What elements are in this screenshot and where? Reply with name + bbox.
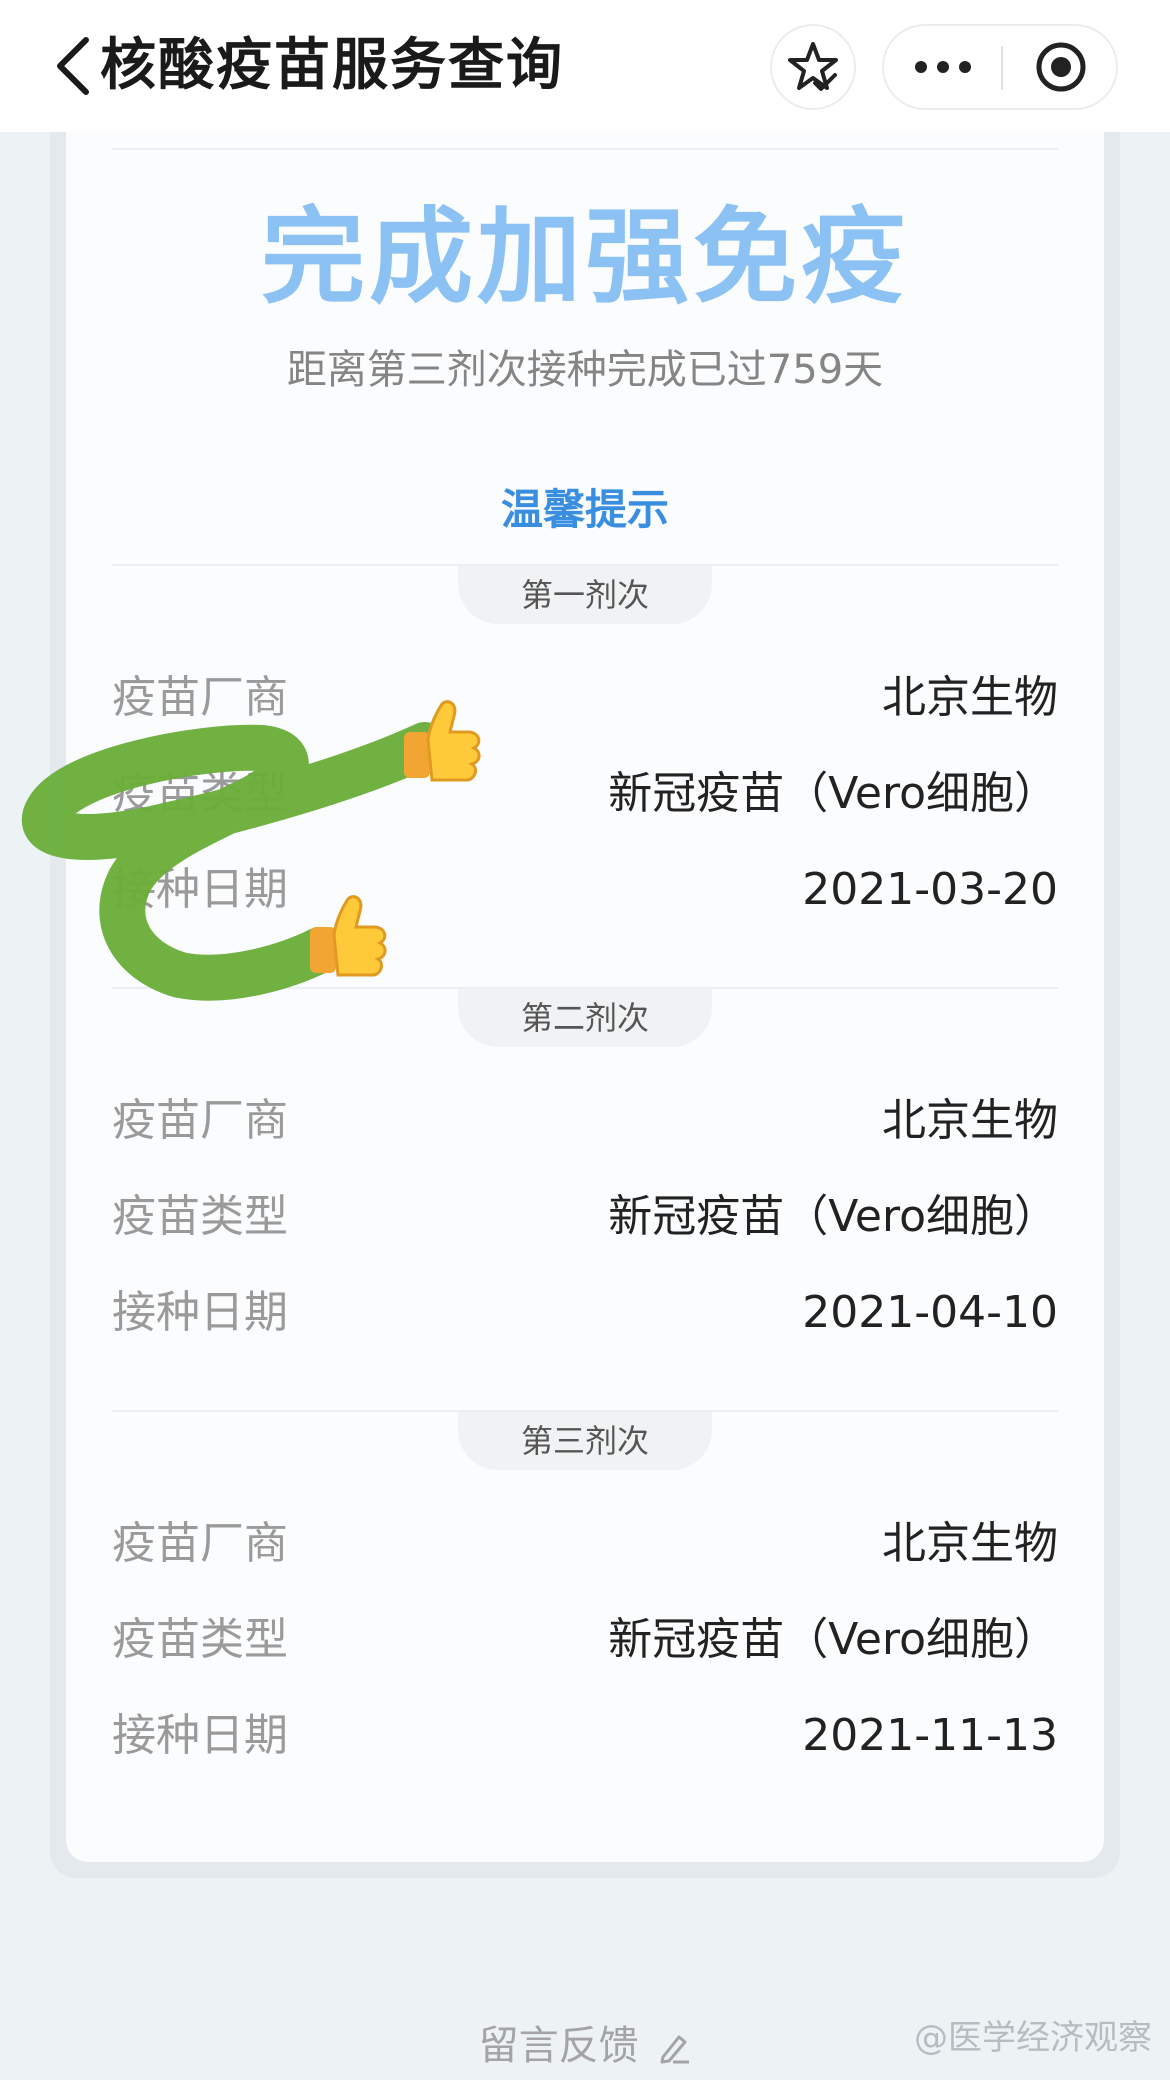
row-label: 接种日期 bbox=[112, 1287, 288, 1338]
more-dots-icon bbox=[915, 61, 971, 73]
info-row: 疫苗类型 新冠疫苗（Vero细胞） bbox=[112, 764, 1058, 824]
info-row: 疫苗类型 新冠疫苗（Vero细胞） bbox=[112, 1610, 1058, 1670]
row-value: 北京生物 bbox=[882, 1518, 1058, 1569]
dose-section: 第三剂次 疫苗厂商 北京生物 疫苗类型 新冠疫苗（Vero细胞） 接种日期 20… bbox=[66, 1410, 1104, 1830]
row-label: 接种日期 bbox=[112, 1710, 288, 1761]
more-button[interactable] bbox=[884, 26, 1002, 108]
row-label: 疫苗厂商 bbox=[112, 1095, 288, 1146]
page-title: 核酸疫苗服务查询 bbox=[100, 33, 564, 98]
row-label: 疫苗厂商 bbox=[112, 1518, 288, 1569]
row-value: 北京生物 bbox=[882, 1095, 1058, 1146]
dose-section: 第一剂次 疫苗厂商 北京生物 疫苗类型 新冠疫苗（Vero细胞） 接种日期 20… bbox=[66, 564, 1104, 984]
row-label: 疫苗类型 bbox=[112, 768, 288, 819]
days-since-dose-text: 距离第三剂次接种完成已过759天 bbox=[286, 347, 884, 393]
dose-heading: 第二剂次 bbox=[458, 989, 712, 1047]
row-value: 北京生物 bbox=[882, 672, 1058, 723]
immunization-status-title: 完成加强免疫 bbox=[260, 196, 909, 318]
row-value: 新冠疫苗（Vero细胞） bbox=[608, 768, 1058, 819]
tips-link[interactable]: 温馨提示 bbox=[66, 482, 1104, 538]
dose-heading: 第一剂次 bbox=[458, 566, 712, 624]
info-row: 疫苗厂商 北京生物 bbox=[112, 668, 1058, 728]
info-row: 接种日期 2021-11-13 bbox=[112, 1706, 1058, 1766]
dose-section: 第二剂次 疫苗厂商 北京生物 疫苗类型 新冠疫苗（Vero细胞） 接种日期 20… bbox=[66, 987, 1104, 1407]
header-bar: 核酸疫苗服务查询 bbox=[0, 0, 1170, 132]
divider bbox=[112, 148, 1058, 150]
row-value: 2021-11-13 bbox=[802, 1710, 1058, 1761]
row-label: 疫苗类型 bbox=[112, 1614, 288, 1665]
star-check-icon bbox=[788, 42, 838, 91]
back-button[interactable] bbox=[44, 28, 100, 104]
info-row: 疫苗类型 新冠疫苗（Vero细胞） bbox=[112, 1187, 1058, 1247]
row-label: 疫苗类型 bbox=[112, 1191, 288, 1242]
row-value: 新冠疫苗（Vero细胞） bbox=[608, 1191, 1058, 1242]
row-label: 接种日期 bbox=[112, 864, 288, 915]
mini-program-capsule bbox=[882, 24, 1118, 110]
info-row: 疫苗厂商 北京生物 bbox=[112, 1514, 1058, 1574]
row-value: 2021-03-20 bbox=[802, 864, 1058, 915]
favorite-button[interactable] bbox=[770, 24, 856, 110]
chevron-left-icon bbox=[57, 37, 89, 95]
row-value: 2021-04-10 bbox=[802, 1287, 1058, 1338]
close-button[interactable] bbox=[1003, 26, 1118, 108]
record-target-icon bbox=[1036, 42, 1085, 92]
vaccine-record-card: 完成加强免疫 距离第三剂次接种完成已过759天 温馨提示 第一剂次 疫苗厂商 北… bbox=[66, 132, 1104, 1862]
feedback-label: 留言反馈 bbox=[478, 2023, 639, 2069]
pencil-icon bbox=[660, 2035, 690, 2064]
info-row: 接种日期 2021-03-20 bbox=[112, 860, 1058, 920]
info-row: 疫苗厂商 北京生物 bbox=[112, 1091, 1058, 1151]
watermark: @医学经济观察 bbox=[914, 2018, 1152, 2058]
dose-heading: 第三剂次 bbox=[458, 1412, 712, 1470]
row-label: 疫苗厂商 bbox=[112, 672, 288, 723]
info-row: 接种日期 2021-04-10 bbox=[112, 1283, 1058, 1343]
row-value: 新冠疫苗（Vero细胞） bbox=[608, 1614, 1058, 1665]
